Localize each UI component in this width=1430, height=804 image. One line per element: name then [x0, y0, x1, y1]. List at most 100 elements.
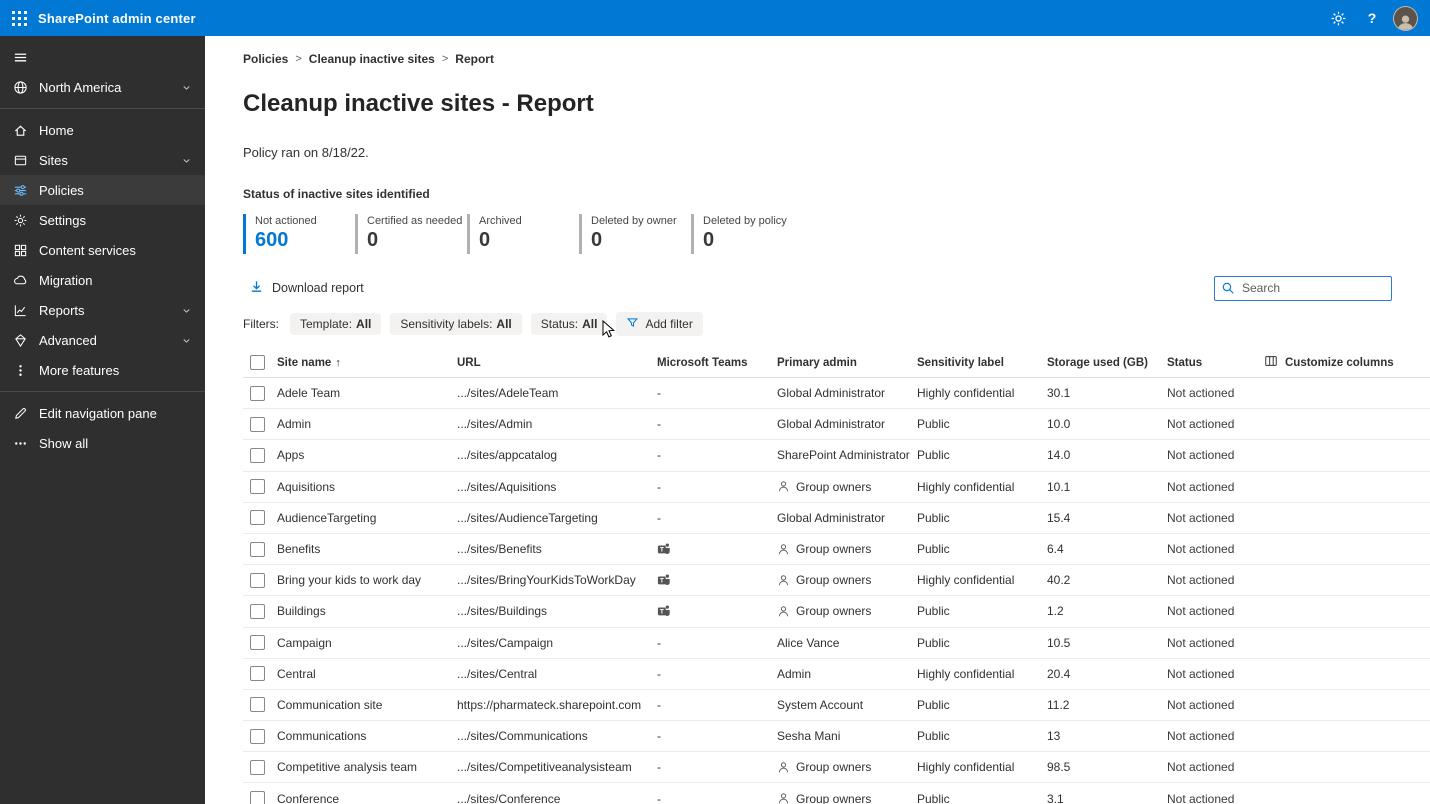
storage-cell: 14.0: [1047, 448, 1167, 462]
stat-value: 0: [367, 229, 467, 252]
site-name-cell[interactable]: Communications: [277, 729, 457, 743]
row-checkbox[interactable]: [250, 510, 265, 525]
row-checkbox[interactable]: [250, 386, 265, 401]
row-checkbox[interactable]: [250, 729, 265, 744]
table-header: Site name ↑ URL Microsoft Teams Primary …: [243, 348, 1430, 378]
table-row[interactable]: Communication site https://pharmateck.sh…: [243, 690, 1430, 721]
row-checkbox[interactable]: [250, 697, 265, 712]
table-row[interactable]: Campaign .../sites/Campaign T - Alice Va…: [243, 628, 1430, 659]
column-header-microsoft-teams[interactable]: Microsoft Teams: [657, 357, 777, 369]
site-name-cell[interactable]: Bring your kids to work day: [277, 573, 457, 587]
table-row[interactable]: Aquisitions .../sites/Aquisitions T - Gr…: [243, 472, 1430, 503]
settings-gear-icon[interactable]: [1321, 0, 1355, 36]
row-checkbox[interactable]: [250, 479, 265, 494]
stat-label: Certified as needed: [367, 215, 467, 227]
sidebar-item-reports[interactable]: Reports: [0, 295, 205, 325]
row-checkbox[interactable]: [250, 635, 265, 650]
sidebar-item-show-all[interactable]: Show all: [0, 428, 205, 458]
sidebar-item-label: Home: [39, 123, 193, 138]
row-checkbox[interactable]: [250, 417, 265, 432]
storage-cell: 15.4: [1047, 511, 1167, 525]
column-header-status[interactable]: Status: [1167, 357, 1264, 369]
primary-admin-cell: Group owners: [777, 760, 917, 774]
teams-dash: -: [657, 448, 661, 462]
sidebar-item-migration[interactable]: Migration: [0, 265, 205, 295]
column-header-sensitivity-label[interactable]: Sensitivity label: [917, 357, 1047, 369]
column-header-storage-used[interactable]: Storage used (GB): [1047, 357, 1167, 369]
sidebar-divider: [0, 108, 205, 109]
table-row[interactable]: Buildings .../sites/Buildings T Group ow…: [243, 596, 1430, 627]
sidebar-region-selector[interactable]: North America: [0, 72, 205, 102]
table-row[interactable]: Bring your kids to work day .../sites/Br…: [243, 565, 1430, 596]
filter-chip-template[interactable]: Template:All: [290, 313, 381, 335]
site-name-cell[interactable]: Buildings: [277, 604, 457, 618]
sidebar-item-sites[interactable]: Sites: [0, 145, 205, 175]
person-icon: [777, 480, 790, 493]
stat-deleted-by-policy: Deleted by policy 0: [691, 214, 803, 254]
row-checkbox[interactable]: [250, 448, 265, 463]
table-row[interactable]: Benefits .../sites/Benefits T Group owne…: [243, 534, 1430, 565]
sensitivity-cell: Highly confidential: [917, 760, 1047, 774]
person-icon: [777, 543, 790, 556]
site-name-cell[interactable]: Apps: [277, 448, 457, 462]
hamburger-icon: [12, 49, 28, 65]
site-name-cell[interactable]: Campaign: [277, 636, 457, 650]
status-cell: Not actioned: [1167, 448, 1264, 462]
site-name-cell[interactable]: Competitive analysis team: [277, 760, 457, 774]
site-url-cell: .../sites/Central: [457, 667, 657, 681]
site-name-cell[interactable]: Conference: [277, 792, 457, 804]
table-row[interactable]: Communications .../sites/Communications …: [243, 721, 1430, 752]
row-checkbox[interactable]: [250, 791, 265, 804]
sidebar-item-label: Show all: [39, 436, 193, 451]
table-row[interactable]: AudienceTargeting .../sites/AudienceTarg…: [243, 503, 1430, 534]
site-url-cell: .../sites/Aquisitions: [457, 480, 657, 494]
waffle-icon[interactable]: [0, 0, 38, 36]
row-checkbox[interactable]: [250, 573, 265, 588]
sidebar-item-more-features[interactable]: More features: [0, 355, 205, 385]
site-name-cell[interactable]: Benefits: [277, 542, 457, 556]
sidebar-item-label: More features: [39, 363, 193, 378]
site-name-cell[interactable]: Admin: [277, 417, 457, 431]
sidebar-item-settings[interactable]: Settings: [0, 205, 205, 235]
table-row[interactable]: Adele Team .../sites/AdeleTeam T - Globa…: [243, 378, 1430, 409]
row-checkbox[interactable]: [250, 666, 265, 681]
column-header-primary-admin[interactable]: Primary admin: [777, 357, 917, 369]
select-all-checkbox[interactable]: [250, 355, 265, 370]
person-icon: [777, 574, 790, 587]
user-avatar[interactable]: [1393, 6, 1418, 31]
table-row[interactable]: Competitive analysis team .../sites/Comp…: [243, 752, 1430, 783]
help-icon[interactable]: ?: [1355, 0, 1389, 36]
chevron-down-icon: [181, 154, 193, 166]
primary-admin-cell: Admin: [777, 667, 917, 681]
table-row[interactable]: Apps .../sites/appcatalog T - SharePoint…: [243, 440, 1430, 471]
search-input[interactable]: [1214, 276, 1392, 301]
nav-collapse-button[interactable]: [0, 42, 205, 72]
download-report-button[interactable]: Download report: [243, 275, 370, 301]
sidebar-item-home[interactable]: Home: [0, 115, 205, 145]
table-row[interactable]: Central .../sites/Central T - Admin High…: [243, 659, 1430, 690]
horizontal-ellipsis-icon: [12, 435, 28, 451]
row-checkbox[interactable]: [250, 760, 265, 775]
filter-chip-sensitivity-labels[interactable]: Sensitivity labels:All: [390, 313, 521, 335]
site-name-cell[interactable]: AudienceTargeting: [277, 511, 457, 525]
sidebar-item-policies[interactable]: Policies: [0, 175, 205, 205]
policies-filter-icon: [12, 182, 28, 198]
customize-columns-button[interactable]: Customize columns: [1264, 354, 1430, 371]
add-filter-button[interactable]: Add filter: [616, 312, 702, 336]
site-name-cell[interactable]: Communication site: [277, 698, 457, 712]
table-row[interactable]: Admin .../sites/Admin T - Global Adminis…: [243, 409, 1430, 440]
filter-chip-status[interactable]: Status:All: [531, 313, 608, 335]
sidebar-item-advanced[interactable]: Advanced: [0, 325, 205, 355]
site-name-cell[interactable]: Adele Team: [277, 386, 457, 400]
site-name-cell[interactable]: Central: [277, 667, 457, 681]
table-row[interactable]: Conference .../sites/Conference T - Grou…: [243, 783, 1430, 804]
column-header-site-name[interactable]: Site name ↑: [277, 357, 457, 369]
row-checkbox[interactable]: [250, 604, 265, 619]
sidebar-item-content-services[interactable]: Content services: [0, 235, 205, 265]
sidebar-item-edit-navigation[interactable]: Edit navigation pane: [0, 398, 205, 428]
column-header-url[interactable]: URL: [457, 357, 657, 369]
site-name-cell[interactable]: Aquisitions: [277, 480, 457, 494]
row-checkbox[interactable]: [250, 542, 265, 557]
breadcrumb-cleanup-inactive-sites[interactable]: Cleanup inactive sites: [309, 52, 435, 66]
breadcrumb-policies[interactable]: Policies: [243, 52, 288, 66]
